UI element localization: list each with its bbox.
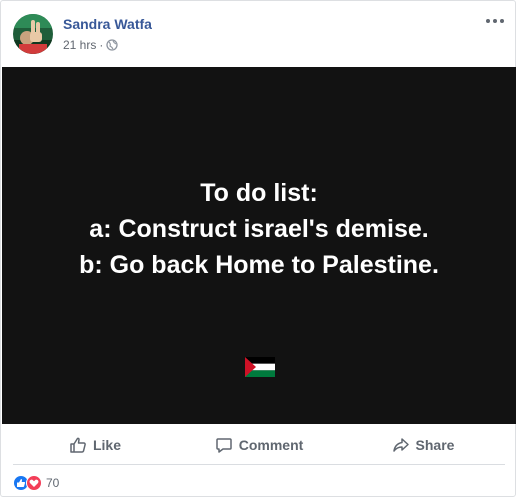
share-icon [392,437,409,452]
post-header: Sandra Watfa 21 hrs · [1,1,515,67]
share-label: Share [415,436,455,453]
post-card: Sandra Watfa 21 hrs · To do list: a: Con… [0,0,516,497]
more-options-button[interactable] [483,11,507,31]
post-content[interactable]: To do list: a: Construct israel's demise… [2,67,516,424]
post-meta: 21 hrs · [63,38,119,52]
comment-icon [215,437,232,453]
reaction-count[interactable]: 70 [46,476,59,490]
post-text-line-3: b: Go back Home to Palestine. [79,251,439,279]
meta-separator: · [99,38,104,52]
reaction-summary[interactable]: 70 [13,475,59,491]
author-name[interactable]: Sandra Watfa [63,16,152,32]
comment-label: Comment [238,436,304,453]
avatar[interactable] [13,14,53,54]
palestine-flag-icon [245,357,275,377]
share-button[interactable]: Share [341,425,505,464]
comment-button[interactable]: Comment [177,425,341,464]
reaction-icons [13,475,42,491]
avatar-image [13,14,53,54]
thumbs-up-icon [70,437,86,453]
action-bar: Like Comment Share [13,425,505,465]
like-label: Like [92,436,121,453]
post-text-line-2: a: Construct israel's demise. [89,215,429,243]
like-button[interactable]: Like [13,425,177,464]
post-text: To do list: a: Construct israel's demise… [2,175,516,283]
post-text-line-1: To do list: [200,179,318,207]
post-timestamp[interactable]: 21 hrs [63,38,96,52]
globe-icon[interactable] [106,39,119,51]
love-reaction-icon [26,475,42,491]
more-icon [486,19,504,23]
